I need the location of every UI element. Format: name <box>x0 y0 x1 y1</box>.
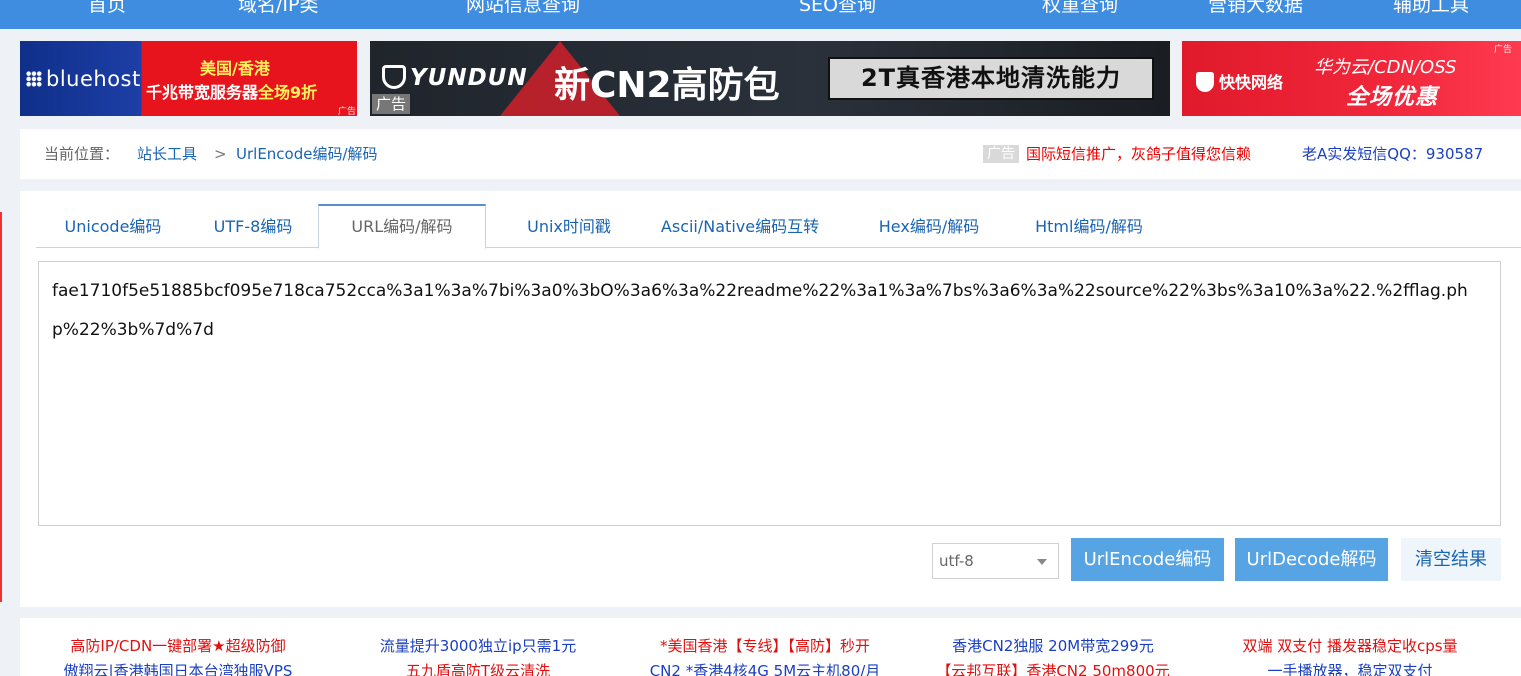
shield-icon <box>382 65 406 89</box>
breadcrumb-bar: 当前位置： 站长工具 > UrlEncode编码/解码 广告 国际短信推广，灰鸽… <box>20 129 1521 179</box>
yundun-logo: YUNDUN <box>382 65 528 91</box>
tab-bar: Unicode编码 UTF-8编码 URL编码/解码 Unix时间戳 Ascii… <box>36 204 1521 249</box>
banner-kuaikuai-line2: 全场优惠 <box>1346 85 1439 110</box>
charset-select[interactable]: utf-8 <box>932 543 1059 579</box>
tab-url[interactable]: URL编码/解码 <box>318 204 486 249</box>
tool-panel: Unicode编码 UTF-8编码 URL编码/解码 Unix时间戳 Ascii… <box>20 191 1521 607</box>
nav-seo[interactable]: SEO查询 <box>799 0 876 19</box>
ad-link[interactable]: 【云邦互联】香港CN2 50m800元 <box>913 659 1193 676</box>
ad-tag: 广告 <box>1494 45 1513 55</box>
tab-html[interactable]: Html编码/解码 <box>1006 204 1172 248</box>
ad-column: 流量提升3000独立ip只需1元 五九盾高防T级云清洗 <box>338 634 618 676</box>
nav-domain-ip[interactable]: 域名/IP类 <box>238 0 318 19</box>
tab-unix-time[interactable]: Unix时间戳 <box>494 204 644 248</box>
tab-ascii-native[interactable]: Ascii/Native编码互转 <box>640 204 840 248</box>
ad-tag: 广告 <box>372 94 411 114</box>
tab-utf8[interactable]: UTF-8编码 <box>186 204 320 248</box>
banner-yundun-headline: 新CN2高防包 <box>554 65 780 106</box>
ad-badge: 广告 <box>983 145 1019 163</box>
banner-bluehost-line2: 千兆带宽服务器全场9折 <box>146 83 318 102</box>
content-textarea[interactable]: fae1710f5e51885bcf095e718ca752cca%3a1%3a… <box>38 261 1501 526</box>
ad-link[interactable]: 双端 双支付 播发器稳定收cps量 <box>1200 634 1500 659</box>
tab-hex[interactable]: Hex编码/解码 <box>846 204 1012 248</box>
ad-link[interactable]: 傲翔云|香港韩国日本台湾独服VPS <box>38 659 318 676</box>
breadcrumb-separator: > <box>214 145 227 163</box>
ad-column: *美国香港【专线】【高防】秒开 CN2 *香港4核4G 5M云主机80/月 <box>625 634 905 676</box>
banner-yundun[interactable]: YUNDUN 新CN2高防包 2T真香港本地清洗能力 广告 <box>370 41 1170 116</box>
banner-kuaikuai[interactable]: 快快网络 华为云/CDN/OSS 全场优惠 广告 <box>1182 41 1521 116</box>
ad-link[interactable]: 流量提升3000独立ip只需1元 <box>338 634 618 659</box>
ad-link[interactable]: 高防IP/CDN一键部署★超级防御 <box>38 634 318 659</box>
ad-column: 香港CN2独服 20M带宽299元 【云邦互联】香港CN2 50m800元 <box>913 634 1193 676</box>
ad-column: 高防IP/CDN一键部署★超级防御 傲翔云|香港韩国日本台湾独服VPS <box>38 634 318 676</box>
kuaikuai-logo: 快快网络 <box>1196 69 1283 93</box>
bottom-ads: 高防IP/CDN一键部署★超级防御 傲翔云|香港韩国日本台湾独服VPS 流量提升… <box>20 618 1521 676</box>
top-nav: 首页 域名/IP类 网站信息查询 SEO查询 权重查询 营销大数据 辅助工具 <box>0 0 1521 29</box>
ad-column: 双端 双支付 播发器稳定收cps量 一手播放器，稳定双支付 <box>1200 634 1500 676</box>
banner-yundun-box: 2T真香港本地清洗能力 <box>828 57 1154 100</box>
breadcrumb-link-urlencode[interactable]: UrlEncode编码/解码 <box>236 129 378 179</box>
clear-button[interactable]: 清空结果 <box>1401 538 1501 581</box>
nav-home[interactable]: 首页 <box>88 0 126 19</box>
ad-link[interactable]: CN2 *香港4核4G 5M云主机80/月 <box>625 659 905 676</box>
ad-link[interactable]: 一手播放器，稳定双支付 <box>1200 659 1500 676</box>
ad-link[interactable]: 五九盾高防T级云清洗 <box>338 659 618 676</box>
nav-site-info[interactable]: 网站信息查询 <box>466 0 580 19</box>
charset-value: utf-8 <box>939 552 974 570</box>
shield-icon <box>1196 72 1214 92</box>
nav-marketing[interactable]: 营销大数据 <box>1208 0 1303 19</box>
grid-icon <box>26 71 42 87</box>
bluehost-logo: bluehost <box>26 67 141 91</box>
nav-tools[interactable]: 辅助工具 <box>1393 0 1469 19</box>
ad-link[interactable]: *美国香港【专线】【高防】秒开 <box>625 634 905 659</box>
breadcrumb-label: 当前位置： <box>44 145 120 163</box>
ad-link-sms[interactable]: 国际短信推广，灰鸽子值得您信赖 <box>1026 129 1251 179</box>
ad-link[interactable]: 香港CN2独服 20M带宽299元 <box>913 634 1193 659</box>
urldecode-button[interactable]: UrlDecode解码 <box>1235 538 1388 581</box>
chevron-down-icon <box>1037 559 1047 565</box>
ad-tag: 广告 <box>338 107 357 116</box>
nav-weight[interactable]: 权重查询 <box>1042 0 1118 19</box>
tab-unicode[interactable]: Unicode编码 <box>46 204 180 248</box>
banner-kuaikuai-line1: 华为云/CDN/OSS <box>1314 57 1457 78</box>
urlencode-button[interactable]: UrlEncode编码 <box>1071 538 1224 581</box>
breadcrumb-link-tools[interactable]: 站长工具 <box>137 129 197 179</box>
banner-bluehost[interactable]: bluehost 美国/香港 千兆带宽服务器全场9折 广告 <box>20 41 357 116</box>
ad-link-qq[interactable]: 老A实发短信QQ：930587 <box>1302 129 1483 179</box>
left-edge-accent <box>0 212 2 602</box>
banner-bluehost-line1: 美国/香港 <box>200 59 270 78</box>
